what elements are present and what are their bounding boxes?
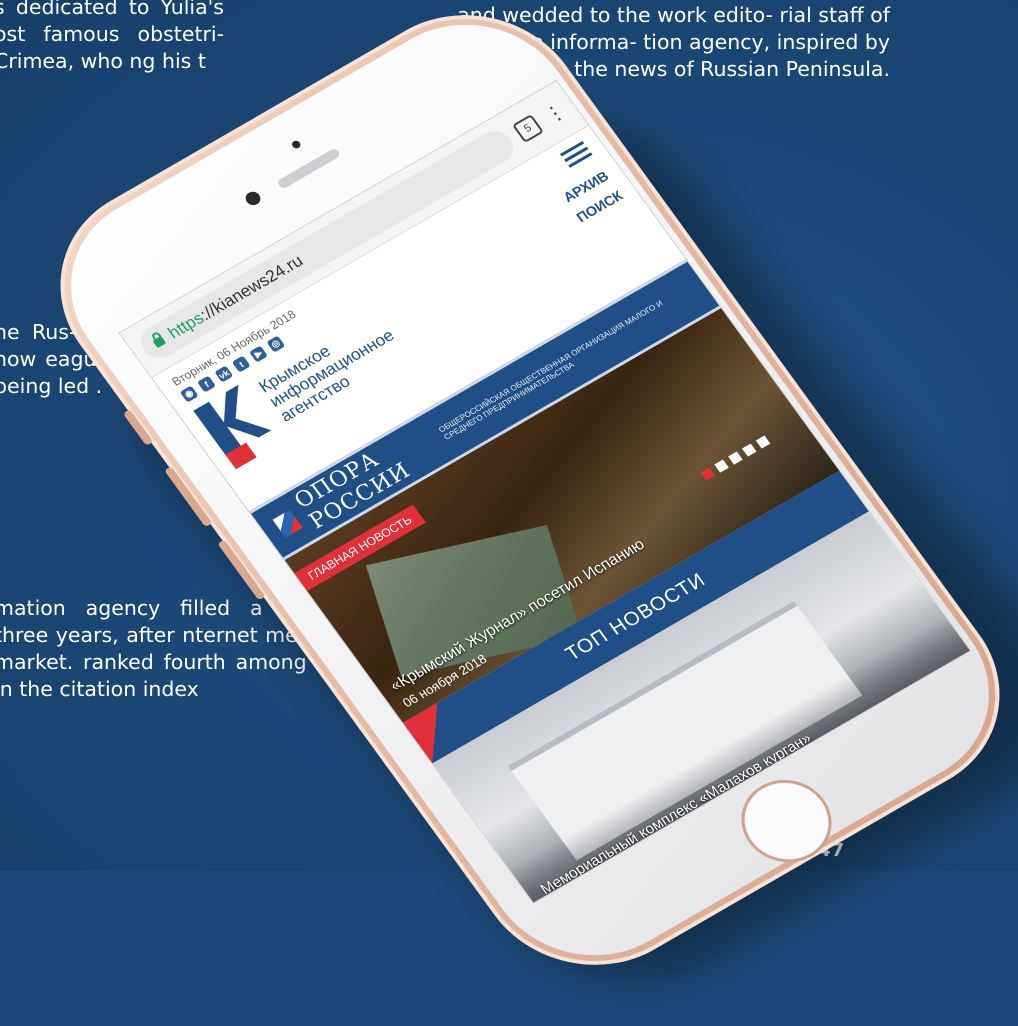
browser-menu-icon[interactable]: ⋮ (539, 98, 571, 128)
vk-icon[interactable]: vk (214, 365, 234, 383)
twitter-icon[interactable]: t (231, 355, 251, 373)
tabs-counter-button[interactable]: 5 (511, 114, 545, 144)
earpiece-speaker (276, 147, 342, 190)
hamburger-menu-icon[interactable] (558, 138, 595, 171)
proximity-sensor (290, 139, 303, 150)
slider-dots (700, 435, 771, 481)
front-camera-icon (242, 189, 264, 208)
rss-icon[interactable]: ◉ (179, 385, 199, 403)
instagram-icon[interactable]: ◎ (266, 335, 286, 353)
article-text-top-left: s dedicated to Yulia's ost famous obstet… (0, 0, 224, 73)
slider-dot[interactable] (741, 443, 757, 457)
slider-dot[interactable] (700, 467, 715, 481)
lock-icon (152, 335, 167, 348)
facebook-icon[interactable]: f (197, 375, 217, 393)
slider-dot[interactable] (755, 435, 771, 449)
slider-dot[interactable] (714, 459, 729, 473)
youtube-icon[interactable]: ▶ (249, 345, 268, 363)
opora-logo-icon (272, 509, 303, 538)
slider-dot[interactable] (728, 451, 743, 465)
